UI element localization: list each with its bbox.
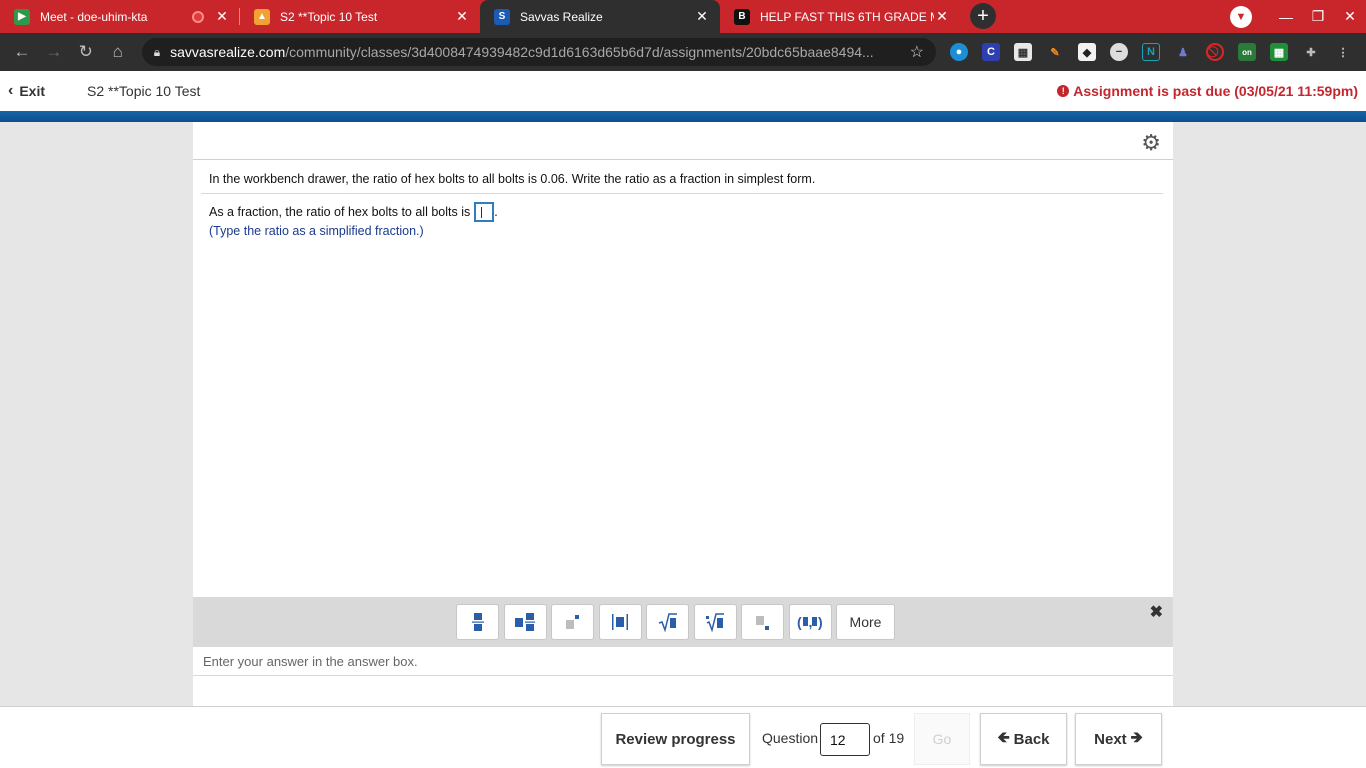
extension-globe-icon[interactable]: ● [949, 43, 968, 61]
close-icon[interactable]: ✕ [694, 8, 710, 25]
past-due-text: Assignment is past due (03/05/21 11:59pm… [1073, 83, 1358, 99]
back-button[interactable]: 🡸 Back [980, 713, 1067, 765]
svg-text:): ) [818, 614, 823, 630]
ordered-pair-tool-button[interactable]: (,) [788, 604, 832, 640]
subscript-tool-button[interactable] [741, 604, 784, 640]
slides-favicon-icon: ▲ [254, 8, 270, 25]
window-controls: ▼ — ❐ ✕ [1230, 0, 1366, 33]
absolute-value-tool-button[interactable] [598, 604, 642, 640]
past-due-notice: ! Assignment is past due (03/05/21 11:59… [1057, 83, 1358, 99]
window-close-icon[interactable]: ✕ [1334, 8, 1366, 25]
gear-icon[interactable]: ⚙ [1141, 130, 1161, 156]
close-icon[interactable]: ✕ [454, 8, 470, 25]
tab-title: HELP FAST THIS 6TH GRADE MA [760, 9, 934, 24]
go-button[interactable]: Go [914, 713, 970, 765]
answer-prompt: As a fraction, the ratio of hex bolts to… [209, 205, 471, 219]
exit-label: Exit [19, 83, 46, 99]
exit-button[interactable]: ‹ Exit [8, 82, 45, 100]
question-panel: ⚙ In the workbench drawer, the ratio of … [193, 122, 1173, 706]
tab-help[interactable]: B HELP FAST THIS 6TH GRADE MA ✕ [720, 0, 960, 33]
extension-calculator-icon[interactable]: ▦ [1269, 43, 1288, 61]
lock-icon: 🔒︎ [153, 44, 161, 59]
extension-screenshot-icon[interactable]: ◆ [1077, 43, 1096, 61]
arrow-left-icon: 🡸 [997, 728, 1010, 746]
savvas-favicon-icon: S [494, 8, 510, 25]
profile-dropdown-icon[interactable]: ▼ [1230, 5, 1252, 28]
extension-c-icon[interactable]: C [981, 43, 1000, 61]
close-palette-icon[interactable]: ✖ [1150, 602, 1163, 622]
brainly-favicon-icon: B [734, 8, 750, 25]
assignment-title: S2 **Topic 10 Test [87, 83, 201, 99]
browser-menu-icon[interactable]: ⋮ [1334, 43, 1352, 61]
mixed-number-tool-button[interactable] [503, 604, 547, 640]
extension-on-icon[interactable]: on [1237, 43, 1256, 61]
answer-line: As a fraction, the ratio of hex bolts to… [209, 202, 498, 222]
forward-arrow-icon[interactable]: → [38, 42, 70, 62]
extension-person-icon[interactable]: ♟ [1174, 43, 1192, 61]
fraction-tool-button[interactable] [456, 604, 499, 640]
svg-text:,: , [809, 614, 813, 630]
tab-savvas-realize[interactable]: S Savvas Realize ✕ [480, 0, 720, 33]
address-bar[interactable]: 🔒︎ savvasrealize.com/community/classes/3… [141, 38, 936, 66]
status-message: Enter your answer in the answer box. [203, 654, 418, 669]
math-palette: (,) More ✖ [193, 597, 1173, 647]
extension-pen-icon[interactable]: ✎ [1046, 43, 1064, 61]
exponent-tool-button[interactable] [551, 604, 594, 640]
minimize-icon[interactable]: — [1270, 9, 1302, 25]
meet-favicon-icon: ▶ [14, 8, 30, 25]
tab-topic-test[interactable]: ▲ S2 **Topic 10 Test ✕ [240, 0, 480, 33]
extension-block-icon[interactable]: ⃠ [1205, 43, 1224, 61]
extensions-area: ● C ▦ ✎ ◆ − N ♟ ⃠ on ▦ ✚ ⋮ [949, 43, 1366, 61]
recording-icon [192, 10, 204, 23]
browser-tab-strip: ▶ Meet - doe-uhim-kta ✕ ▲ S2 **Topic 10 … [0, 0, 1366, 33]
question-text: In the workbench drawer, the ratio of he… [209, 172, 816, 186]
chevron-left-icon: ‹ [8, 82, 14, 99]
reload-icon[interactable]: ↻ [70, 42, 102, 62]
close-icon[interactable]: ✕ [214, 8, 230, 25]
answer-hint: (Type the ratio as a simplified fraction… [209, 224, 424, 238]
app-header: ‹ Exit S2 **Topic 10 Test ! Assignment i… [0, 71, 1366, 111]
back-arrow-icon[interactable]: ← [6, 42, 38, 62]
question-label: Question [762, 730, 819, 746]
extensions-puzzle-icon[interactable]: ✚ [1302, 43, 1320, 61]
tab-title: Meet - doe-uhim-kta [40, 9, 148, 24]
answer-input[interactable] [474, 202, 495, 222]
next-label: Next [1094, 730, 1127, 748]
url-text: savvasrealize.com/community/classes/3d40… [170, 44, 874, 60]
header-accent-bar [0, 111, 1366, 122]
restore-icon[interactable]: ❐ [1302, 8, 1334, 25]
back-label: Back [1013, 730, 1050, 748]
nth-root-tool-button[interactable] [693, 604, 737, 640]
divider [193, 675, 1173, 676]
more-tools-button[interactable]: More [836, 604, 895, 640]
arrow-right-icon: 🡺 [1130, 728, 1143, 746]
tab-meet[interactable]: ▶ Meet - doe-uhim-kta ✕ [0, 0, 240, 33]
bookmark-star-icon[interactable]: ☆ [910, 42, 924, 62]
exclamation-icon: ! [1057, 85, 1070, 97]
home-icon[interactable]: ⌂ [102, 42, 134, 62]
question-number-input[interactable] [820, 723, 870, 756]
extension-minus-icon[interactable]: − [1109, 43, 1128, 61]
extension-gallery-icon[interactable]: ▦ [1013, 43, 1032, 61]
answer-suffix: . [494, 205, 498, 219]
question-total: of 19 [873, 730, 905, 746]
tab-title: Savvas Realize [520, 9, 603, 24]
divider [193, 159, 1173, 160]
divider [201, 193, 1163, 194]
browser-toolbar: ← → ↻ ⌂ 🔒︎ savvasrealize.com/community/c… [0, 33, 1366, 71]
new-tab-button[interactable]: + [970, 3, 996, 29]
next-button[interactable]: Next 🡺 [1075, 713, 1162, 765]
review-progress-button[interactable]: Review progress [601, 713, 750, 765]
svg-text:(: ( [797, 614, 802, 630]
footer-navigation: Review progress Question of 19 Go 🡸 Back… [0, 706, 1366, 768]
math-tool-buttons: (,) More [456, 604, 900, 640]
tab-title: S2 **Topic 10 Test [280, 9, 378, 24]
square-root-tool-button[interactable] [646, 604, 689, 640]
close-icon[interactable]: ✕ [934, 8, 950, 25]
extension-n-icon[interactable]: N [1141, 43, 1160, 61]
